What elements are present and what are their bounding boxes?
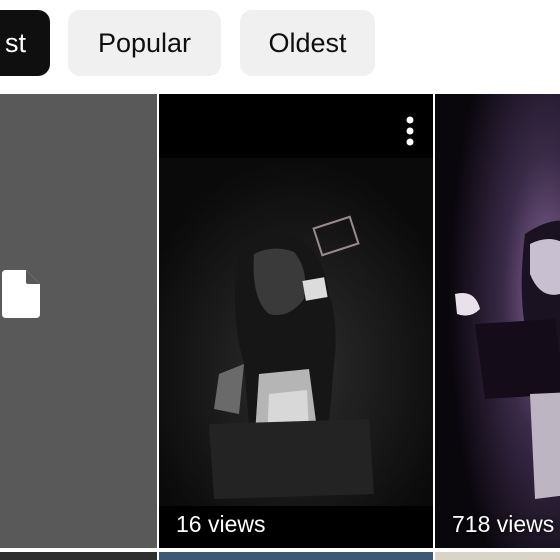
video-tile-placeholder[interactable] — [0, 94, 157, 548]
video-tile[interactable]: 718 views — [435, 94, 560, 548]
video-tile-next-row[interactable] — [159, 552, 433, 560]
filter-chip-oldest-label: Oldest — [268, 27, 347, 58]
view-count: 718 views — [452, 511, 555, 537]
more-vert-icon[interactable] — [405, 116, 415, 146]
filter-chip-oldest[interactable]: Oldest — [240, 10, 375, 76]
file-icon — [2, 270, 40, 318]
video-grid: 16 views 718 views — [0, 94, 560, 560]
video-tile-next-row[interactable] — [435, 552, 560, 560]
filter-chip-row: st Popular Oldest — [0, 0, 560, 94]
video-thumbnail — [435, 94, 560, 548]
filter-chip-latest-label: st — [4, 27, 26, 58]
video-thumbnail — [159, 94, 433, 548]
shorts-page: st Popular Oldest 16 views 718 views — [0, 0, 560, 560]
filter-chip-popular-label: Popular — [97, 27, 192, 58]
view-count: 16 views — [176, 511, 266, 537]
filter-chip-latest[interactable]: st — [0, 10, 50, 76]
video-tile[interactable]: 16 views — [159, 94, 433, 548]
filter-chip-popular[interactable]: Popular — [68, 10, 221, 76]
video-tile-next-row[interactable] — [0, 552, 157, 560]
